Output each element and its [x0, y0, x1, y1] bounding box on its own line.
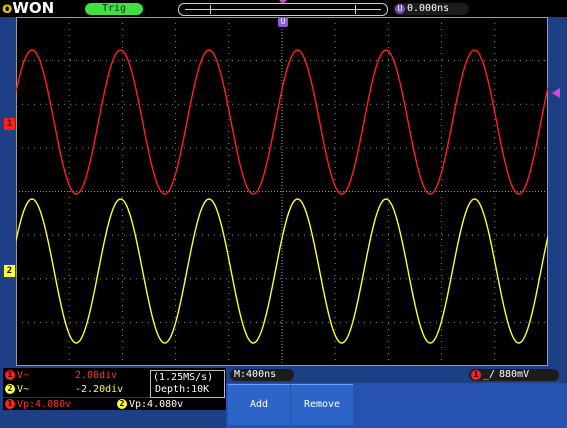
ch2-waveform	[16, 198, 548, 344]
ch1-zero-marker[interactable]: 1	[4, 118, 15, 130]
trigger-time-marker-icon: U	[278, 17, 288, 27]
ch2-measurement: 2 Vp:4.080v	[117, 398, 183, 411]
trigger-position-marker-icon	[279, 0, 287, 4]
top-status-bar: oWON Trig U 0.000ns	[0, 0, 567, 17]
sample-rate: (1.25MS/s)	[153, 372, 214, 383]
ch2-scale: -2.20div	[75, 384, 124, 395]
ch1-badge: 1	[5, 370, 15, 380]
memory-depth: Depth:10K	[155, 384, 210, 395]
measurement-row: 1 Vp:4.080v 2 Vp:4.080v	[5, 398, 225, 411]
rising-edge-icon: _/	[483, 369, 496, 380]
trigger-level-value: 880mV	[499, 369, 530, 380]
ch2-settings: 2 V~ -2.20div	[5, 383, 145, 396]
ch2-zero-marker[interactable]: 2	[4, 265, 15, 277]
trigger-level-marker-icon[interactable]	[552, 88, 560, 98]
trigger-source-badge: 1	[471, 370, 481, 380]
ch1-measurement: 1 Vp:4.080v	[5, 398, 71, 411]
owon-logo: oWON	[2, 0, 55, 17]
ch2-measure-badge: 2	[117, 399, 127, 409]
trigger-info: 1 _/ 880mV	[469, 369, 559, 381]
time-offset-icon: U	[395, 4, 405, 14]
horizontal-offset-readout: U 0.000ns	[393, 3, 469, 15]
add-button[interactable]: Add	[228, 384, 290, 425]
trigger-status-badge: Trig	[85, 3, 143, 15]
ch1-vp-value: Vp:4.080v	[17, 399, 72, 410]
memory-position-bar[interactable]	[178, 3, 388, 16]
remove-button[interactable]: Remove	[291, 384, 353, 425]
oscilloscope-window: oWON Trig U 0.000ns U 1 2 1 V~ 2.00div 2…	[0, 0, 567, 428]
ch1-settings: 1 V~ 2.00div	[5, 369, 145, 382]
ch1-scale: 2.00div	[75, 370, 118, 381]
waveform-graticule	[16, 17, 548, 366]
ch2-badge: 2	[5, 384, 15, 394]
waveform-display	[16, 17, 548, 366]
ch2-vp-value: Vp:4.080v	[129, 399, 184, 410]
acquisition-info: (1.25MS/s) Depth:10K	[150, 370, 225, 398]
ch1-coupling: V~	[17, 370, 30, 381]
ch2-coupling: V~	[17, 384, 30, 395]
timebase-readout: M:400ns	[230, 369, 294, 381]
ch1-measure-badge: 1	[5, 399, 15, 409]
